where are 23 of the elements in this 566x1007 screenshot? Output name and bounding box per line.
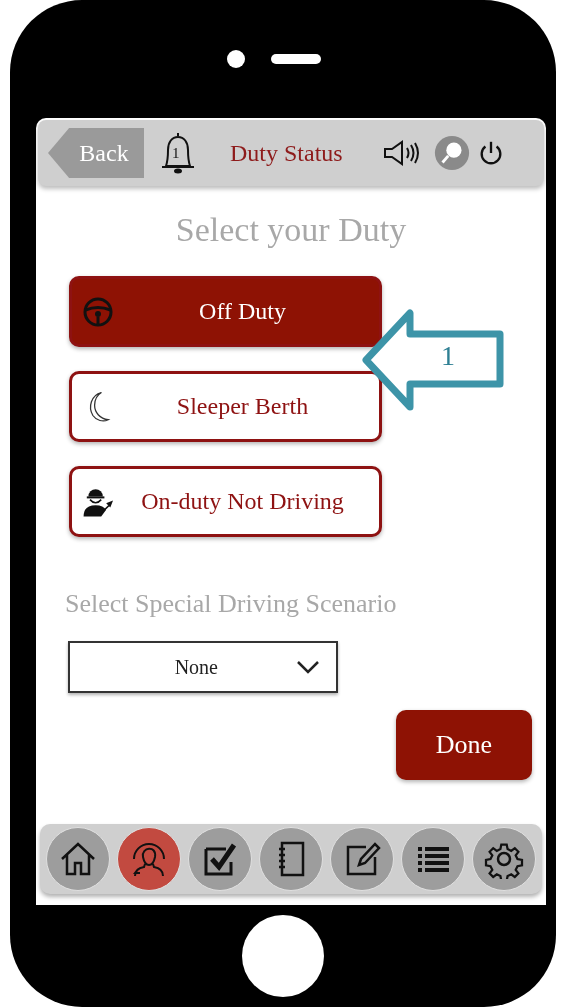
checkbox-icon xyxy=(204,843,237,876)
settings-icon xyxy=(484,843,524,879)
speaker-slit xyxy=(271,54,321,64)
duty-option[interactable]: On-duty Not Driving xyxy=(69,466,382,537)
search-icon[interactable] xyxy=(432,134,471,172)
scenario-label: Select Special Driving Scenario xyxy=(64,589,398,619)
home-icon xyxy=(60,842,96,876)
person-icon xyxy=(133,843,165,877)
scenario-dropdown[interactable]: None xyxy=(68,641,338,693)
notebook-icon xyxy=(277,841,305,877)
settings-button[interactable] xyxy=(472,827,536,891)
section-heading: Select your Duty xyxy=(174,210,408,250)
callout-number: 1 xyxy=(441,340,455,372)
duty-option[interactable]: Sleeper Berth xyxy=(69,371,382,442)
home-button[interactable] xyxy=(46,827,110,891)
notification-count: 1 xyxy=(172,145,180,161)
duty-option[interactable]: Off Duty xyxy=(69,276,382,347)
done-button[interactable]: Done xyxy=(396,710,532,780)
edit-icon xyxy=(346,842,381,876)
list-icon xyxy=(418,847,449,872)
screen-title: Duty Status xyxy=(230,139,343,167)
chevron-down-icon xyxy=(296,660,320,674)
camera-dot xyxy=(227,50,245,68)
